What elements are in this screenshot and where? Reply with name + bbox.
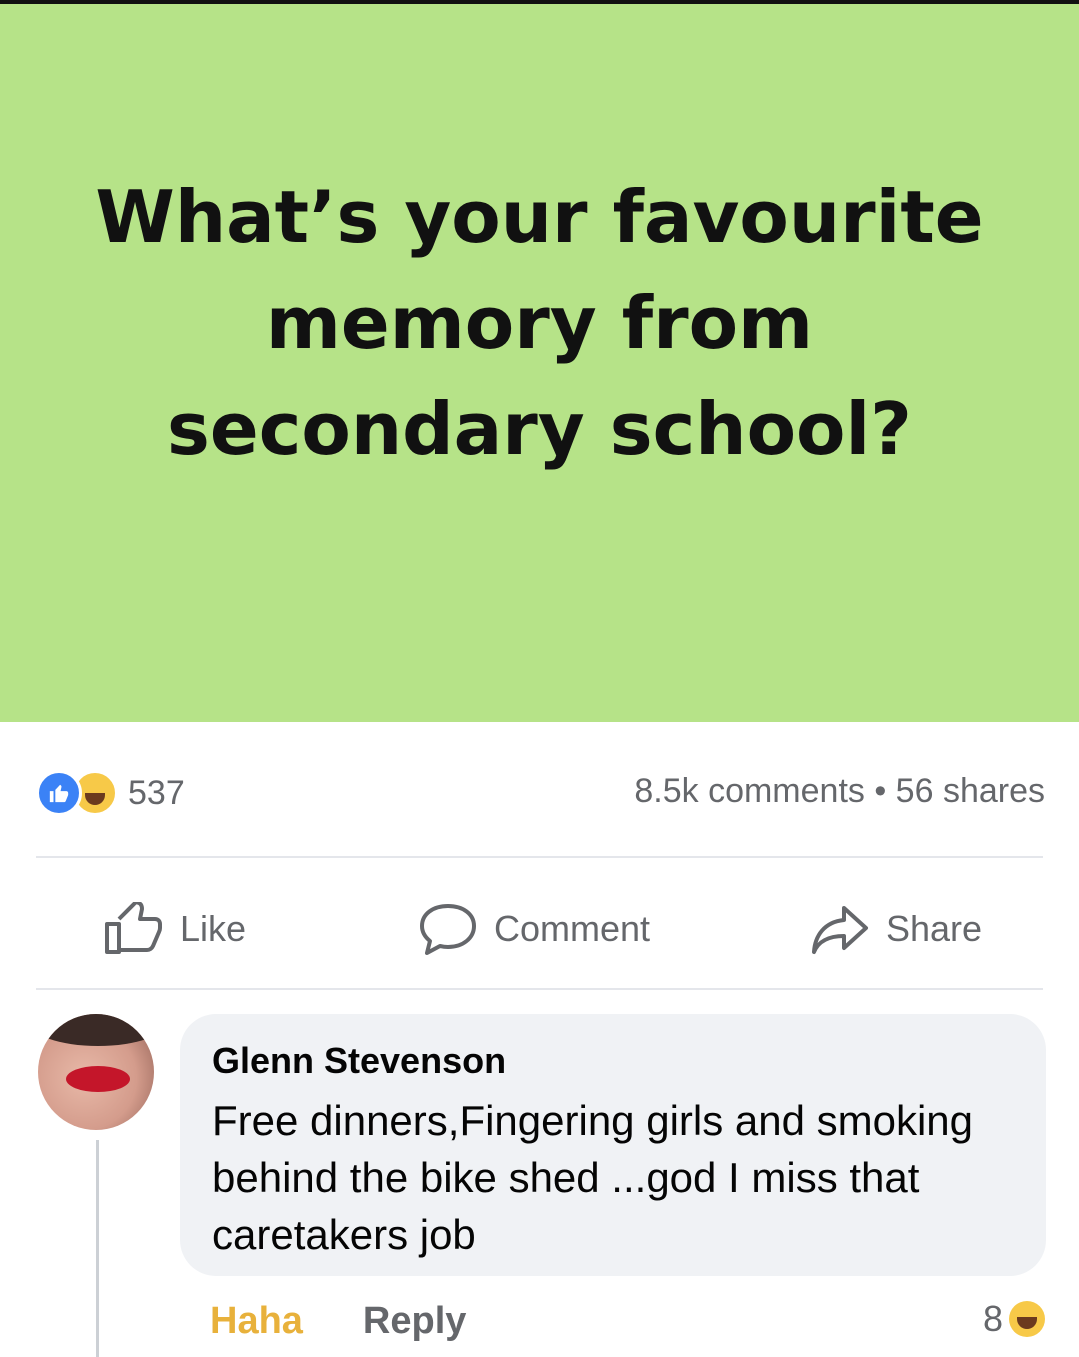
like-reaction-icon [36,770,82,816]
reaction-count: 537 [128,773,185,812]
comment-bubble: Glenn Stevenson Free dinners,Fingering g… [180,1014,1046,1276]
share-arrow-icon [812,906,868,954]
thread-line [96,1140,99,1357]
post-text: What’s your favourite memory from second… [95,175,984,471]
comment-author[interactable]: Glenn Stevenson [212,1040,506,1082]
comment-actions: Haha Reply [210,1300,466,1343]
share-label: Share [886,908,983,949]
speech-bubble-icon [420,904,476,955]
post-background: What’s your favourite memory from second… [0,4,1079,722]
thumbs-up-icon [105,902,162,954]
comment-label: Comment [494,908,651,949]
like-label: Like [180,908,247,949]
reply-button[interactable]: Reply [363,1300,466,1343]
comment-reaction-number: 8 [982,1298,1003,1339]
facebook-post: What’s your favourite memory from second… [0,0,1079,1357]
avatar[interactable] [38,1014,154,1130]
haha-icon [1009,1301,1045,1337]
comment-reaction-count[interactable]: 8 [983,1298,1045,1340]
haha-reaction-button[interactable]: Haha [210,1300,303,1343]
comment: Glenn Stevenson Free dinners,Fingering g… [0,990,1079,1357]
reactions-summary[interactable]: 537 [36,770,185,816]
share-button[interactable]: Share [810,902,982,956]
comment-button[interactable]: Comment [418,902,650,956]
like-button[interactable]: Like [104,902,246,956]
comment-text: Free dinners,Fingering girls and smoking… [212,1097,974,1258]
divider [36,856,1043,858]
post-actions: Like Comment Share [0,860,1079,988]
post-stats: 537 8.5k comments • 56 shares [0,722,1079,857]
comments-shares-count[interactable]: 8.5k comments • 56 shares [634,772,1045,811]
